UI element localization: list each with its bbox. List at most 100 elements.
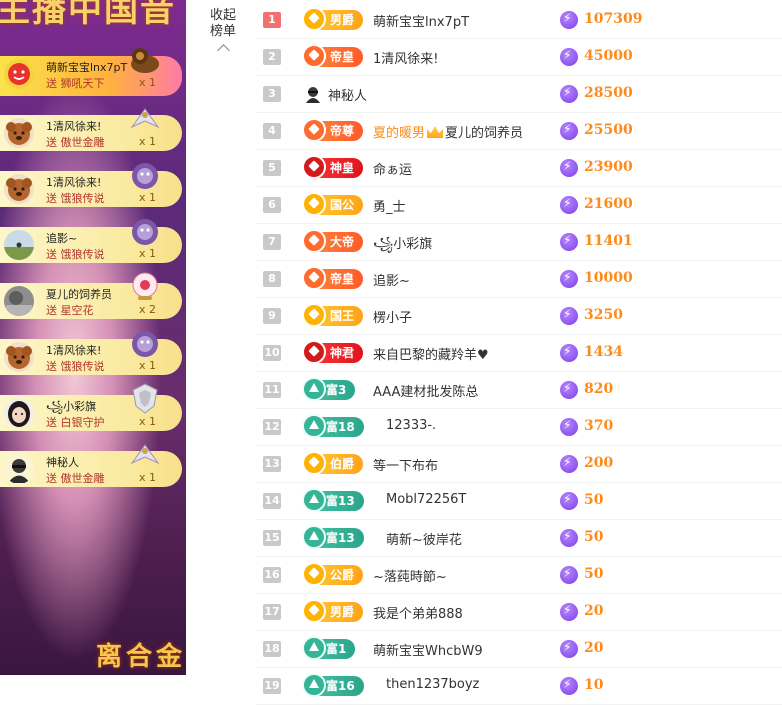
red-face-avatar[interactable] (4, 59, 34, 89)
lightning-gem-icon (560, 677, 578, 695)
wolf-gift-icon (128, 325, 162, 359)
rank-number: 10 (263, 345, 281, 361)
gift-name: 送 饿狼传说 (46, 360, 105, 373)
rank-number: 17 (263, 604, 281, 620)
rank-number: 2 (263, 49, 281, 65)
rank-row[interactable]: 11 富3 AAA建材批发陈总 820 (256, 372, 782, 409)
rank-row[interactable]: 2 帝皇 1清风徐来! 45000 (256, 39, 782, 76)
badge-label: 国王 (330, 309, 355, 323)
rank-user[interactable]: ꧁小彩旗 (373, 233, 432, 260)
rank-user[interactable]: 1清风徐来! (373, 48, 438, 67)
lightning-gem-icon (560, 85, 578, 103)
rank-row[interactable]: 17 男爵 我是个弟弟888 20 (256, 594, 782, 631)
teddy-dog-avatar[interactable] (4, 342, 34, 372)
rank-number: 9 (263, 308, 281, 324)
rank-number: 12 (263, 419, 281, 435)
teddy-dog-avatar[interactable] (4, 118, 34, 148)
rank-number: 1 (263, 12, 281, 28)
contribution-amount: 20 (584, 640, 604, 656)
gift-name: 送 傲世金雕 (46, 136, 105, 149)
rank-user[interactable]: 命ぁ运 (373, 159, 412, 178)
mystery-avatar[interactable] (4, 454, 34, 484)
gift-message: 1清风徐来! 送 饿狼传说 x 1 (0, 163, 182, 207)
rank-row[interactable]: 15 富13 萌新~彼岸花 50 (256, 520, 782, 557)
lightning-gem-icon (560, 122, 578, 140)
rank-user[interactable]: 来自巴黎的藏羚羊♥ (373, 344, 489, 363)
landscape-avatar[interactable] (4, 230, 34, 260)
badge-label: 神皇 (330, 161, 355, 175)
gift-name: 送 狮吼天下 (46, 77, 105, 90)
rank-user[interactable]: ~落莼時節~ (373, 566, 447, 585)
rank-user[interactable]: 萌新宝宝WhcbW9 (373, 640, 483, 659)
gift-sender-name[interactable]: 神秘人 (46, 454, 79, 470)
teddy-dog-avatar[interactable] (4, 174, 34, 204)
rank-row[interactable]: 16 公爵 ~落莼時節~ 50 (256, 557, 782, 594)
rank-row[interactable]: 5 神皇 命ぁ运 23900 (256, 150, 782, 187)
rank-user[interactable]: then1237boyz (386, 677, 479, 692)
rank-number: 15 (263, 530, 281, 546)
badge-label: 男爵 (330, 605, 355, 619)
rank-row[interactable]: 3 神秘人 28500 (256, 76, 782, 113)
user-name: 我是个弟弟888 (373, 607, 463, 622)
lightning-gem-icon (560, 344, 578, 362)
gift-count: x 1 (139, 76, 157, 89)
gift-message: 夏儿的饲养员送 星空花 x 2 (0, 272, 182, 319)
rank-badge: 公爵 (302, 562, 364, 586)
rank-user[interactable]: 等一下布布 (373, 455, 438, 474)
rank-number: 7 (263, 234, 281, 250)
user-name: then1237boyz (386, 677, 480, 692)
rank-user[interactable]: AAA建材批发陈总 (373, 381, 478, 400)
rank-row[interactable]: 6 国公 勇_士 21600 (256, 187, 782, 224)
rank-user[interactable]: 我是个弟弟888 (373, 603, 463, 622)
rank-row[interactable]: 14 富13 Mobl72256T 50 (256, 483, 782, 520)
gift-name: 送 白银守护 (46, 416, 105, 429)
rank-user[interactable]: 勇_士 (373, 196, 406, 215)
gift-count: x 1 (139, 191, 157, 204)
collapse-rank-button[interactable]: 收起 榜单 (204, 8, 242, 57)
rank-user[interactable]: Mobl72256T (386, 492, 466, 507)
rank-user[interactable]: 神秘人 (328, 85, 367, 104)
rank-user[interactable]: 12333-. (386, 418, 436, 433)
rank-row[interactable]: 19 富16 then1237boyz 10 (256, 668, 782, 705)
contribution-amount: 107309 (584, 11, 643, 27)
girl-avatar[interactable] (4, 398, 34, 428)
gift-sender-name[interactable]: 追影~ (46, 230, 77, 246)
rank-user[interactable]: 追影~ (373, 270, 410, 289)
user-name: 来自巴黎的藏羚羊♥ (373, 348, 489, 363)
rank-number: 8 (263, 271, 281, 287)
gift-sender-name[interactable]: 1清风徐来! (46, 118, 101, 134)
rank-number: 5 (263, 160, 281, 176)
rank-row[interactable]: 13 伯爵 等一下布布 200 (256, 446, 782, 483)
rank-badge: 国王 (302, 303, 364, 327)
rank-user[interactable]: 夏的暖男 夏儿的饲养员 (373, 122, 523, 141)
badge-emblem-icon (302, 118, 326, 142)
lightning-gem-icon (560, 455, 578, 473)
lightning-gem-icon (560, 381, 578, 399)
rank-row[interactable]: 1 男爵 萌新宝宝lnx7pT 107309 (256, 2, 782, 39)
gift-sender-name[interactable]: 夏儿的饲养员 (46, 286, 112, 302)
lightning-gem-icon (560, 196, 578, 214)
gift-sender-name[interactable]: 1清风徐来! (46, 174, 101, 190)
user-name: Mobl72256T (386, 492, 467, 507)
badge-emblem-icon (302, 377, 326, 401)
rank-row[interactable]: 18 富1 萌新宝宝WhcbW9 20 (256, 631, 782, 668)
rank-row[interactable]: 10 神君 来自巴黎的藏羚羊♥ 1434 (256, 335, 782, 372)
contribution-amount: 10000 (584, 270, 633, 286)
rank-number: 13 (263, 456, 281, 472)
rank-row[interactable]: 9 国王 楞小子 3250 (256, 298, 782, 335)
rank-user[interactable]: 楞小子 (373, 307, 412, 326)
badge-emblem-icon (302, 155, 326, 179)
rank-badge: 神君 (302, 340, 364, 364)
rank-row[interactable]: 8 帝皇 追影~ 10000 (256, 261, 782, 298)
gift-sender-name[interactable]: 1清风徐来! (46, 342, 101, 358)
rank-row[interactable]: 12 富18 12333-. 370 (256, 409, 782, 446)
grey-photo-avatar[interactable] (4, 286, 34, 316)
gift-count: x 1 (139, 471, 157, 484)
lightning-gem-icon (560, 270, 578, 288)
rank-row[interactable]: 7 大帝 ꧁小彩旗 11401 (256, 224, 782, 261)
rank-user[interactable]: 萌新宝宝lnx7pT (373, 11, 469, 30)
rank-row[interactable]: 4 帝尊 夏的暖男 夏儿的饲养员 25500 (256, 113, 782, 150)
contribution-amount: 50 (584, 529, 604, 545)
gift-sender-name[interactable]: 萌新宝宝lnx7pT (46, 59, 127, 75)
rank-user[interactable]: 萌新~彼岸花 (386, 529, 462, 548)
